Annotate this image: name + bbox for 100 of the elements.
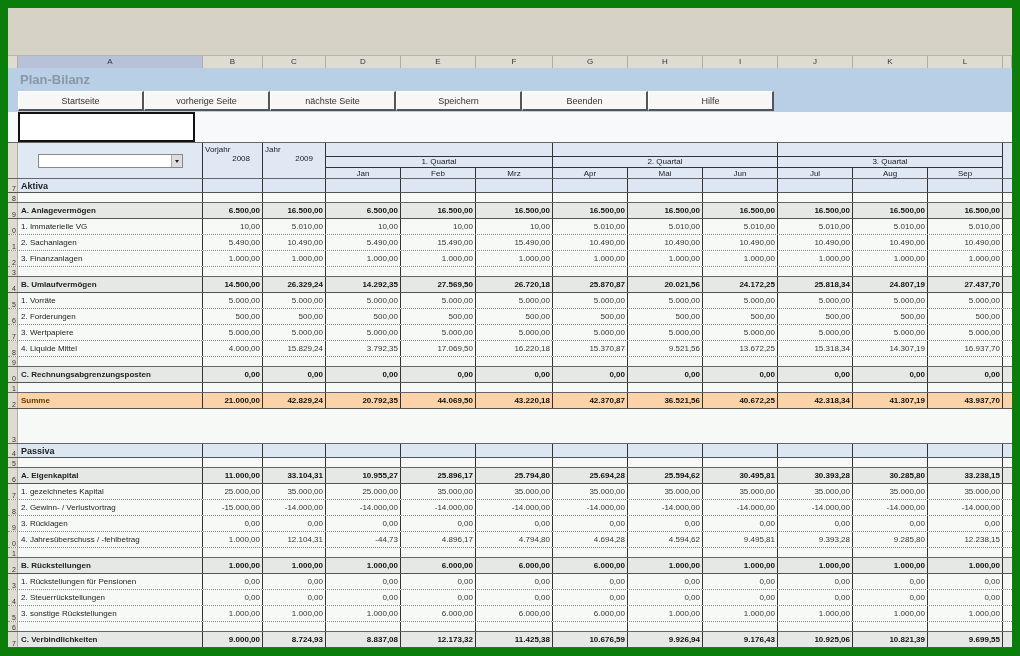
table-cell: 1.000,00: [853, 251, 928, 266]
table-cell: 0,00: [326, 516, 401, 531]
column-header[interactable]: H: [628, 56, 703, 68]
caret-icon: [170, 155, 182, 167]
row-label: Passiva: [18, 444, 203, 457]
table-cell: 0,00: [401, 367, 476, 382]
table-cell: 26.720,18: [476, 277, 553, 292]
column-header[interactable]: B: [203, 56, 263, 68]
table-cell: 0,00: [203, 367, 263, 382]
table-cell: 10.676,59: [553, 632, 628, 647]
column-header[interactable]: L: [928, 56, 1003, 68]
column-header[interactable]: D: [326, 56, 401, 68]
table-cell: 5.000,00: [928, 293, 1003, 308]
table-cell: 9.495,81: [703, 532, 778, 547]
table-cell: 5.010,00: [703, 219, 778, 234]
table-cell: 25.000,00: [203, 484, 263, 499]
table-cell: 16.937,70: [928, 341, 1003, 356]
table-cell: 6.000,00: [401, 606, 476, 621]
table-cell: 30.393,28: [778, 468, 853, 483]
table-cell: 25.870,87: [553, 277, 628, 292]
table-cell: 6.000,00: [401, 558, 476, 573]
nav-button[interactable]: Startseite: [18, 91, 144, 111]
table-cell: -14.000,00: [778, 500, 853, 515]
column-header[interactable]: K: [853, 56, 928, 68]
table-cell: 12.238,15: [928, 532, 1003, 547]
table-cell: 6.000,00: [476, 606, 553, 621]
table-cell: 20.792,35: [326, 393, 401, 408]
table-cell: 500,00: [203, 309, 263, 324]
table-cell: 5.000,00: [928, 325, 1003, 340]
row-label: 1. gezeichnetes Kapital: [18, 484, 203, 499]
column-header[interactable]: A: [18, 56, 203, 68]
table-cell: 10.490,00: [553, 235, 628, 250]
table-cell: 14.500,00: [203, 277, 263, 292]
table-cell: 500,00: [628, 309, 703, 324]
row-label: 3. sonstige Rückstellungen: [18, 606, 203, 621]
table-cell: 0,00: [703, 516, 778, 531]
table-cell: 5.000,00: [263, 293, 326, 308]
column-header[interactable]: F: [476, 56, 553, 68]
table-cell: 0,00: [853, 590, 928, 605]
row-label: B. Rückstellungen: [18, 558, 203, 573]
table-cell: 11.425,38: [476, 632, 553, 647]
table-cell: 35.000,00: [553, 484, 628, 499]
table-cell: 44.069,50: [401, 393, 476, 408]
table-cell: 500,00: [263, 309, 326, 324]
row-label: 3. Rücklagen: [18, 516, 203, 531]
row-label: 4. Liquide Mittel: [18, 341, 203, 356]
table-cell: 0,00: [703, 574, 778, 589]
table-cell: 5.010,00: [928, 219, 1003, 234]
table-cell: -14.000,00: [928, 500, 1003, 515]
table-cell: -44,73: [326, 532, 401, 547]
column-header[interactable]: I: [703, 56, 778, 68]
table-cell: 0,00: [203, 574, 263, 589]
table-cell: 8.837,08: [326, 632, 401, 647]
table-cell: 500,00: [703, 309, 778, 324]
table-cell: 0,00: [853, 574, 928, 589]
nav-button[interactable]: Beenden: [522, 91, 648, 111]
column-header[interactable]: J: [778, 56, 853, 68]
column-header[interactable]: C: [263, 56, 326, 68]
table-cell: 16.500,00: [553, 203, 628, 218]
table-cell: 15.490,00: [476, 235, 553, 250]
table-cell: 35.000,00: [263, 484, 326, 499]
table-cell: 8.724,93: [263, 632, 326, 647]
table-cell: 0,00: [401, 574, 476, 589]
table-cell: 0,00: [326, 574, 401, 589]
column-header[interactable]: E: [401, 56, 476, 68]
year-label: 2008: [232, 154, 250, 163]
table-cell: 0,00: [326, 590, 401, 605]
row-label: 2. Sachanlagen: [18, 235, 203, 250]
table-cell: 0,00: [263, 574, 326, 589]
table-cell: 10.490,00: [928, 235, 1003, 250]
table-cell: 4.694,28: [553, 532, 628, 547]
table-cell: 1.000,00: [703, 251, 778, 266]
table-cell: 24.807,19: [853, 277, 928, 292]
table-cell: 4.794,80: [476, 532, 553, 547]
table-cell: 1.000,00: [853, 606, 928, 621]
nav-button[interactable]: Speichern: [396, 91, 522, 111]
table-cell: 1.000,00: [326, 606, 401, 621]
table-cell: 0,00: [628, 590, 703, 605]
table-cell: 1.000,00: [778, 558, 853, 573]
table-cell: 0,00: [628, 574, 703, 589]
nav-button[interactable]: vorherige Seite: [144, 91, 270, 111]
table-cell: 6.000,00: [476, 558, 553, 573]
table-cell: 5.010,00: [553, 219, 628, 234]
row-label: 2. Gewinn- / Verlustvortrag: [18, 500, 203, 515]
nav-button[interactable]: nächste Seite: [270, 91, 396, 111]
nav-button[interactable]: Hilfe: [648, 91, 774, 111]
table-cell: 1.000,00: [928, 251, 1003, 266]
table-cell: 1.000,00: [553, 251, 628, 266]
input-field[interactable]: [18, 112, 195, 142]
table-cell: 1.000,00: [263, 606, 326, 621]
table-cell: 0,00: [628, 516, 703, 531]
table-cell: 5.000,00: [401, 325, 476, 340]
table-cell: -14.000,00: [853, 500, 928, 515]
table-cell: 5.000,00: [326, 293, 401, 308]
table-cell: 9.521,56: [628, 341, 703, 356]
table-cell: 1.000,00: [778, 606, 853, 621]
table-cell: 6.000,00: [553, 558, 628, 573]
table-cell: 10,00: [401, 219, 476, 234]
column-header[interactable]: G: [553, 56, 628, 68]
dropdown[interactable]: [37, 154, 183, 168]
